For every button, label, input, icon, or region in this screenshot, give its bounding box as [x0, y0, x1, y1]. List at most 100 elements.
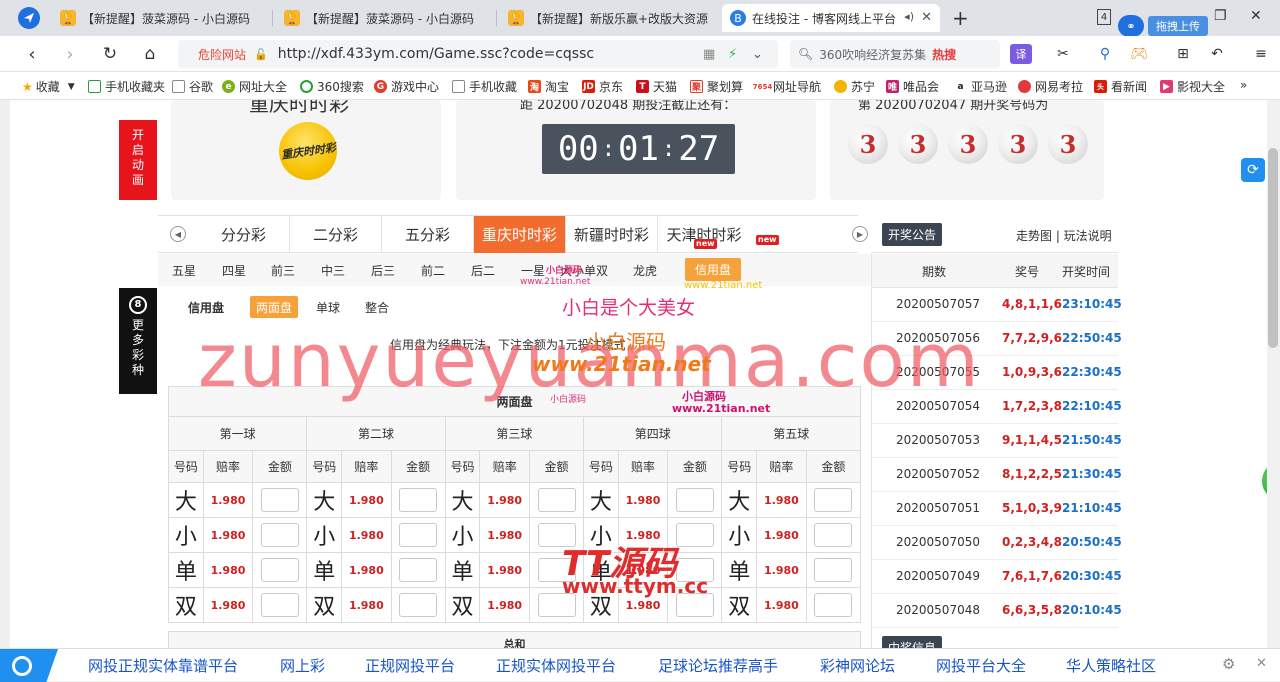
bookmark-item[interactable]: 谷歌	[172, 78, 213, 95]
amount-input[interactable]	[675, 523, 714, 547]
bookmark-item[interactable]: 聚聚划算	[690, 78, 743, 95]
apps-icon[interactable]: ⊞	[1172, 44, 1194, 64]
bookmark-item[interactable]: 头看新闻	[1094, 78, 1147, 95]
play-type-active[interactable]: 信用盘	[685, 258, 742, 281]
close-window-icon[interactable]: ✕	[1250, 8, 1262, 24]
restore-icon[interactable]: ❐	[1214, 8, 1227, 24]
tab-1[interactable]: 🏆 【新提醒】菠菜源码 - 小白源码	[52, 4, 270, 32]
tab-counter[interactable]: 4	[1097, 9, 1111, 25]
close-icon[interactable]: ✕	[921, 10, 932, 25]
bet-number[interactable]: 双	[306, 587, 343, 623]
amount-input[interactable]	[537, 593, 576, 617]
close-icon[interactable]: ✕	[1256, 656, 1267, 671]
bet-number[interactable]: 大	[721, 482, 758, 518]
danger-warning[interactable]: 危险网站	[198, 46, 246, 63]
amount-input[interactable]	[260, 523, 299, 547]
tab-lottery[interactable]: 分分彩	[198, 216, 290, 253]
bet-number[interactable]: 双	[168, 587, 204, 623]
undo-icon[interactable]: ↶	[1206, 44, 1228, 64]
bet-number[interactable]: 双	[721, 587, 758, 623]
gear-icon[interactable]: ⚙	[1222, 655, 1235, 673]
bottom-link[interactable]: 网投平台大全	[936, 655, 1026, 676]
bet-number[interactable]: 单	[583, 552, 619, 588]
new-tab-button[interactable]: +	[952, 6, 969, 30]
amount-input[interactable]	[814, 593, 853, 617]
search-box[interactable]: 🔍︎ 360吹响经济复苏集 热搜	[790, 40, 1000, 68]
bookmark-item[interactable]: a 亚马逊	[954, 78, 1007, 95]
amount-input[interactable]	[399, 523, 438, 547]
amount-input[interactable]	[675, 558, 714, 582]
amount-input[interactable]	[675, 488, 714, 512]
translate-icon[interactable]: 译	[1010, 44, 1032, 64]
play-type[interactable]: 后二	[471, 262, 495, 279]
bet-number[interactable]: 单	[168, 552, 204, 588]
address-bar[interactable]: 危险网站 🔓 http://xdf.433ym.com/Game.ssc?cod…	[178, 40, 778, 68]
menu-icon[interactable]: ≡	[1250, 44, 1272, 64]
tab-lottery[interactable]: 二分彩	[290, 216, 382, 253]
amount-input[interactable]	[537, 488, 576, 512]
bet-number[interactable]: 大	[306, 482, 343, 518]
amount-input[interactable]	[399, 558, 438, 582]
chevron-down-icon[interactable]: ⌄	[752, 47, 763, 62]
bet-number[interactable]: 双	[583, 587, 619, 623]
upload-widget[interactable]: ⚭ 拖拽上传	[1118, 14, 1218, 38]
sub-tab[interactable]: 整合	[359, 296, 395, 318]
amount-input[interactable]	[814, 523, 853, 547]
bookmark-item[interactable]: JD 京东	[582, 78, 623, 95]
bet-number[interactable]: 小	[444, 517, 481, 553]
bookmark-item[interactable]: 手机收藏夹	[88, 78, 165, 95]
speaker-icon[interactable]: ◂)	[904, 10, 914, 23]
play-type[interactable]: 一星	[521, 262, 545, 279]
play-type[interactable]: 龙虎	[633, 262, 657, 279]
bookmark-item[interactable]: 360搜索	[300, 78, 364, 95]
amount-input[interactable]	[675, 593, 714, 617]
amount-input[interactable]	[399, 593, 438, 617]
amount-input[interactable]	[399, 488, 438, 512]
bottom-link[interactable]: 网投正规实体靠谱平台	[88, 655, 238, 676]
bet-number[interactable]: 大	[583, 482, 619, 518]
winning-info-button[interactable]: 中奖信息	[882, 636, 943, 648]
bet-number[interactable]: 双	[444, 587, 481, 623]
bookmark-item[interactable]: 淘淘宝	[528, 78, 569, 95]
bottom-link[interactable]: 足球论坛推荐高手	[658, 655, 778, 676]
amount-input[interactable]	[260, 593, 299, 617]
bookmark-item[interactable]: 手机收藏	[452, 78, 517, 95]
amount-input[interactable]	[814, 558, 853, 582]
play-type[interactable]: 前二	[421, 262, 445, 279]
bet-number[interactable]: 大	[168, 482, 204, 518]
bookmark-item[interactable]: e 网址大全	[222, 78, 287, 95]
side-share-icon[interactable]: ⟳	[1241, 158, 1265, 182]
tab-lottery[interactable]: 五分彩	[382, 216, 474, 253]
bet-number[interactable]: 小	[583, 517, 619, 553]
prev-arrow-icon[interactable]: ◀	[170, 226, 186, 242]
reload-icon[interactable]: ↻	[98, 42, 122, 66]
animation-toggle-button[interactable]: 开启动画	[119, 120, 157, 200]
search-logo-icon[interactable]	[0, 649, 58, 682]
tab-4-active[interactable]: B 在线投注 - 博客网线上平台 ◂) ✕	[722, 4, 940, 32]
url-text[interactable]: http://xdf.433ym.com/Game.ssc?code=cqssc	[278, 46, 594, 62]
play-type[interactable]: 前三	[271, 262, 295, 279]
hot-search-label[interactable]: 热搜	[932, 46, 956, 63]
play-type[interactable]: 后三	[371, 262, 395, 279]
bet-number[interactable]: 单	[444, 552, 481, 588]
bookmark-item[interactable]: 苏宁	[834, 78, 875, 95]
home-icon[interactable]: ⌂	[138, 42, 162, 66]
bet-number[interactable]: 小	[721, 517, 758, 553]
play-type[interactable]: 中三	[321, 262, 345, 279]
next-arrow-icon[interactable]: ▶	[852, 226, 868, 242]
browser-logo-icon[interactable]	[18, 7, 40, 29]
sub-tab[interactable]: 单球	[310, 296, 346, 318]
tab-2[interactable]: 🏆 【新提醒】菠菜源码 - 小白源码	[276, 4, 494, 32]
gamepad-icon[interactable]: 🎮︎	[1128, 44, 1150, 64]
bet-number[interactable]: 大	[444, 482, 481, 518]
tab-lottery[interactable]: 新疆时时彩	[566, 216, 658, 253]
results-links[interactable]: 走势图 | 玩法说明	[1016, 227, 1112, 244]
sub-tab[interactable]: 信用盘	[182, 296, 230, 318]
amount-input[interactable]	[814, 488, 853, 512]
bet-number[interactable]: 小	[306, 517, 343, 553]
bookmarks-more[interactable]: »	[1240, 78, 1247, 92]
back-icon[interactable]: ‹	[20, 42, 44, 66]
bookmark-favorites[interactable]: ★ 收藏 ▼	[22, 78, 75, 95]
bookmark-item[interactable]: 7654 网址导航	[753, 78, 821, 95]
bottom-link[interactable]: 网上彩	[280, 655, 325, 676]
